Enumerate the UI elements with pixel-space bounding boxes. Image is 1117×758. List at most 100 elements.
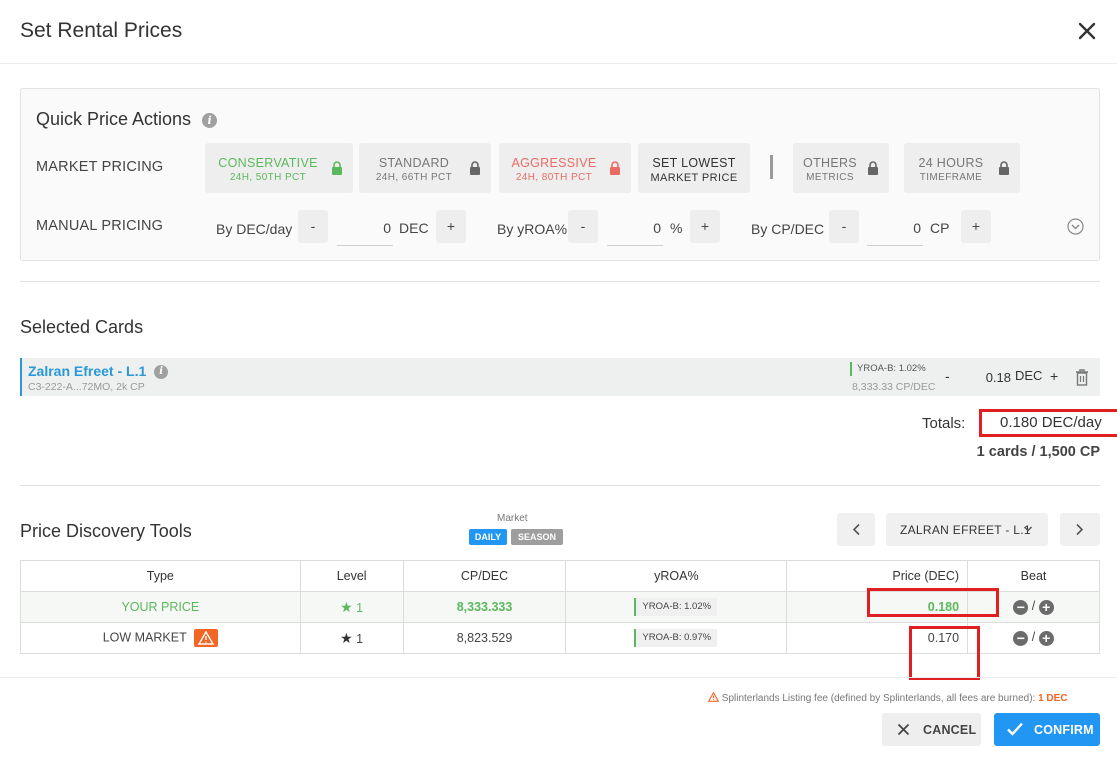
timeframe-label: 24 HOURS bbox=[918, 156, 984, 170]
card-price-increment[interactable]: + bbox=[1050, 368, 1058, 384]
dec-decrement-button[interactable]: - bbox=[298, 210, 328, 243]
warning-icon bbox=[193, 629, 218, 647]
timeframe-button[interactable]: 24 HOURS TIMEFRAME bbox=[904, 143, 1020, 193]
card-details: C3-222-A...72MO, 2k CP bbox=[28, 381, 145, 393]
standard-button[interactable]: STANDARD 24H, 66TH PCT bbox=[359, 143, 491, 193]
aggressive-sublabel: 24H, 80TH PCT bbox=[515, 172, 593, 183]
yroa-unit: % bbox=[670, 220, 683, 236]
column-header: Level bbox=[299, 560, 404, 592]
highlight-box bbox=[909, 626, 980, 680]
column-header: Beat bbox=[967, 560, 1100, 592]
set-lowest-market-price-button[interactable]: SET LOWEST MARKET PRICE bbox=[638, 143, 750, 193]
dialog-title: Set Rental Prices bbox=[20, 19, 183, 42]
column-header: CP/DEC bbox=[402, 560, 567, 592]
prev-card-button[interactable] bbox=[837, 513, 875, 546]
aggressive-label: AGGRESSIVE bbox=[511, 156, 597, 170]
yroa-input[interactable] bbox=[607, 210, 663, 246]
column-header: yROA% bbox=[565, 560, 788, 592]
dec-unit: DEC bbox=[399, 220, 429, 236]
footer-divider bbox=[0, 677, 1117, 678]
warning-icon bbox=[707, 691, 720, 702]
trash-icon[interactable] bbox=[1074, 368, 1090, 386]
cp-input[interactable] bbox=[867, 210, 923, 246]
level-value: 1 bbox=[356, 631, 364, 646]
selected-cards-title: Selected Cards bbox=[20, 317, 144, 337]
fee-value: 1 DEC bbox=[1038, 693, 1068, 704]
quick-price-actions-title: Quick Price Actions i bbox=[36, 109, 218, 130]
lock-icon bbox=[470, 161, 480, 175]
dec-input[interactable] bbox=[337, 210, 393, 246]
card-name-link[interactable]: Zalran Efreet - L.1 i bbox=[28, 363, 169, 380]
info-icon[interactable]: i bbox=[154, 365, 169, 380]
row-cp-dec: 8,333.333 bbox=[402, 591, 567, 623]
yroa-badge: YROA-B: 1.02% bbox=[634, 598, 718, 616]
card-price-input[interactable] bbox=[959, 360, 1011, 394]
star-icon: ★ bbox=[340, 629, 353, 646]
row-yroa: YROA-B: 0.97% bbox=[565, 622, 788, 654]
totals-label: Totals: bbox=[922, 415, 966, 432]
dialog-header: Set Rental Prices bbox=[0, 0, 1117, 64]
plus-circle-icon[interactable]: + bbox=[1038, 630, 1054, 646]
listing-fee-note: Splinterlands Listing fee (defined by Sp… bbox=[707, 691, 1068, 704]
yroa-badge: YROA-B: 0.97% bbox=[634, 629, 718, 647]
plus-circle-icon[interactable]: + bbox=[1038, 599, 1054, 615]
section-divider bbox=[20, 281, 1100, 282]
card-yroa: YROA-B: 1.02% bbox=[850, 362, 926, 376]
timeframe-sublabel: TIMEFRAME bbox=[919, 172, 983, 183]
lock-icon bbox=[610, 161, 620, 175]
row-level: ★ 1 bbox=[299, 622, 404, 654]
cp-unit: CP bbox=[930, 220, 950, 236]
confirm-button[interactable]: CONFIRM bbox=[994, 713, 1100, 746]
chevron-down-circle-icon[interactable] bbox=[1067, 218, 1084, 235]
cards-count: 1 cards / 1,500 CP bbox=[976, 444, 1100, 460]
conservative-button[interactable]: CONSERVATIVE 24H, 50TH PCT bbox=[205, 143, 353, 193]
beat-separator: / bbox=[1031, 599, 1036, 614]
dec-increment-button[interactable]: + bbox=[436, 210, 466, 243]
section-divider bbox=[20, 485, 1100, 486]
row-yroa: YROA-B: 1.02% bbox=[565, 591, 788, 623]
chevron-right-icon bbox=[1076, 523, 1084, 536]
level-value: 1 bbox=[356, 600, 364, 615]
card-price-decrement[interactable]: - bbox=[945, 368, 950, 384]
selected-card-row: Zalran Efreet - L.1 i C3-222-A...72MO, 2… bbox=[20, 358, 1100, 396]
standard-label: STANDARD bbox=[378, 156, 450, 170]
others-sublabel: METRICS bbox=[806, 172, 854, 183]
star-icon: ★ bbox=[340, 598, 353, 615]
yroa-increment-button[interactable]: + bbox=[690, 210, 720, 243]
card-select-dropdown[interactable]: ZALRAN EFREET - L.1 bbox=[886, 513, 1048, 546]
quick-price-actions-title-text: Quick Price Actions bbox=[36, 109, 192, 129]
by-dec-label: By DEC/day bbox=[216, 221, 293, 237]
close-icon[interactable] bbox=[1076, 20, 1098, 42]
row-type-text: LOW MARKET bbox=[102, 630, 187, 645]
row-beat: − / + bbox=[967, 622, 1100, 654]
others-metrics-button[interactable]: OTHERS METRICS bbox=[793, 143, 889, 193]
by-cp-label: By CP/DEC bbox=[751, 221, 825, 237]
price-discovery-title: Price Discovery Tools bbox=[20, 521, 192, 541]
next-card-button[interactable] bbox=[1060, 513, 1100, 546]
card-select-value: ZALRAN EFREET - L.1 bbox=[900, 523, 1031, 537]
column-header: Type bbox=[20, 560, 301, 592]
table-header: Type Level CP/DEC yROA% Price (DEC) Beat bbox=[20, 560, 1100, 592]
x-icon bbox=[897, 723, 910, 736]
chevron-down-icon bbox=[1023, 526, 1033, 532]
by-yroa-label: By yROA% bbox=[497, 221, 568, 237]
row-type: LOW MARKET bbox=[20, 622, 301, 654]
divider bbox=[770, 155, 773, 179]
yroa-decrement-button[interactable]: - bbox=[568, 210, 598, 243]
info-icon[interactable]: i bbox=[202, 112, 218, 128]
card-price-unit: DEC bbox=[1015, 368, 1043, 383]
conservative-label: CONSERVATIVE bbox=[218, 156, 318, 170]
cp-increment-button[interactable]: + bbox=[961, 210, 991, 243]
cancel-button[interactable]: CANCEL bbox=[882, 713, 981, 746]
minus-circle-icon[interactable]: − bbox=[1013, 599, 1029, 615]
market-pricing-label: MARKET PRICING bbox=[36, 159, 164, 175]
aggressive-button[interactable]: AGGRESSIVE 24H, 80TH PCT bbox=[499, 143, 631, 193]
cp-decrement-button[interactable]: - bbox=[829, 210, 859, 243]
season-pill[interactable]: SEASON bbox=[511, 529, 563, 545]
set-lowest-label: SET LOWEST bbox=[652, 156, 736, 170]
minus-circle-icon[interactable]: − bbox=[1013, 630, 1029, 646]
daily-pill[interactable]: DAILY bbox=[469, 529, 507, 545]
conservative-sublabel: 24H, 50TH PCT bbox=[229, 172, 307, 183]
fee-note-text: Splinterlands Listing fee (defined by Sp… bbox=[721, 693, 1036, 704]
card-name: Zalran Efreet - L.1 bbox=[28, 363, 147, 379]
